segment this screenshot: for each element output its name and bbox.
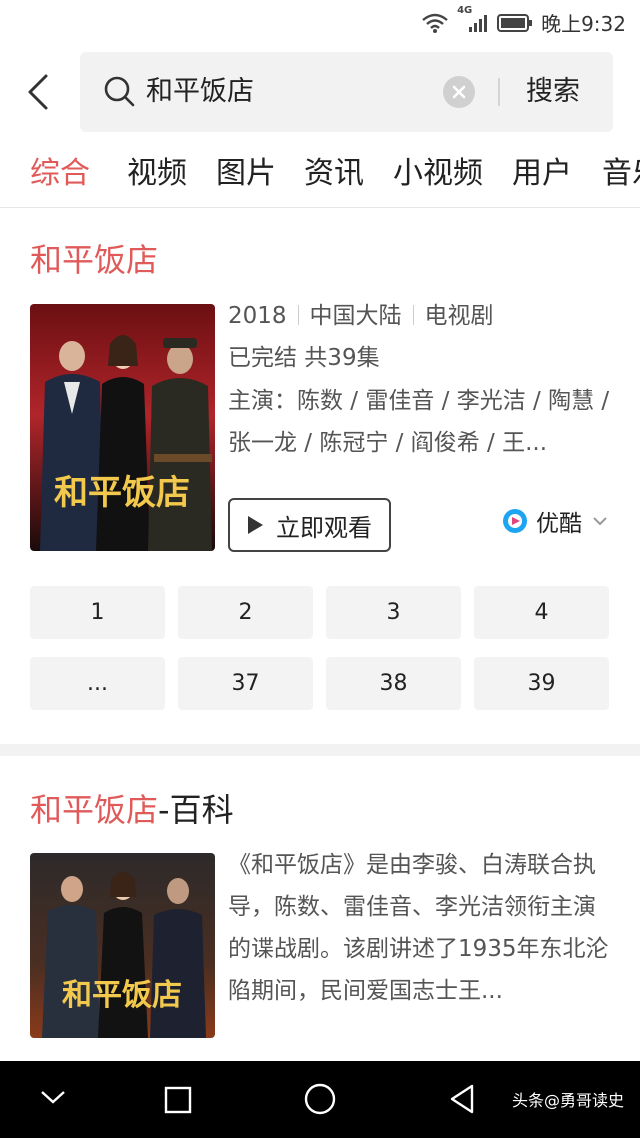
tv-series-result-card: 和平饭店 和平饭店 2018 中国大陆 电视剧 已完结 共39集 主演：陈数 /… — [0, 208, 640, 744]
encyclopedia-poster[interactable]: 和平饭店 — [30, 853, 215, 1038]
search-input[interactable]: 和平饭店 — [146, 72, 254, 112]
close-icon — [452, 85, 466, 99]
search-submit-button[interactable]: 搜索 — [526, 72, 580, 112]
search-header: 和平饭店 搜索 — [0, 44, 640, 142]
tab-video[interactable]: 视频 — [127, 152, 187, 196]
hide-nav-button[interactable] — [40, 1089, 66, 1109]
episode-status: 已完结 共39集 — [228, 345, 380, 371]
cast-list: 主演：陈数 / 雷佳音 / 李光洁 / 陶慧 / 张一龙 / 陈冠宁 / 阎俊希… — [228, 388, 610, 456]
home-button[interactable] — [304, 1083, 336, 1119]
tab-news[interactable]: 资讯 — [304, 152, 364, 196]
status-icons: 4G 晚上9:32 — [421, 5, 626, 37]
episode-button[interactable]: 3 — [326, 586, 461, 639]
result-title[interactable]: 和平饭店 — [30, 238, 158, 282]
episode-button[interactable]: 1 — [30, 586, 165, 639]
play-icon — [248, 516, 263, 534]
chevron-down-icon — [593, 517, 607, 526]
series-info: 2018 中国大陆 电视剧 — [228, 296, 494, 336]
episode-button[interactable]: 38 — [326, 657, 461, 710]
back-arrow-icon — [28, 74, 48, 110]
search-box[interactable]: 和平饭店 搜索 — [80, 52, 613, 132]
region: 中国大陆 — [309, 303, 402, 329]
back-nav-button[interactable] — [448, 1083, 476, 1119]
divider — [498, 78, 500, 106]
episode-button[interactable]: 39 — [474, 657, 609, 710]
title-suffix: -百科 — [158, 791, 234, 829]
encyclopedia-description: 《和平饭店》是由李骏、白涛联合执导，陈数、雷佳音、李光洁领衔主演的谍战剧。该剧讲… — [228, 852, 609, 1004]
circle-icon — [304, 1083, 336, 1115]
triangle-back-icon — [450, 1084, 474, 1114]
title-highlight: 和平饭店 — [30, 791, 159, 829]
tab-comprehensive[interactable]: 综合 — [30, 152, 90, 196]
back-button[interactable] — [22, 72, 58, 112]
video-source-selector[interactable]: 优酷 — [502, 504, 608, 538]
watch-now-label: 立即观看 — [276, 513, 372, 542]
recent-apps-button[interactable] — [164, 1086, 192, 1118]
tab-music[interactable]: 音乐 — [602, 152, 640, 196]
category-tabs: 综合 视频 图片 资讯 小视频 用户 音乐 — [0, 142, 640, 206]
clear-search-button[interactable] — [443, 76, 475, 108]
tab-users[interactable]: 用户 — [512, 152, 572, 196]
encyclopedia-result-card[interactable]: 和平饭店-百科 和平饭店 《和平饭店》是由李骏、白涛联合执导，陈数、雷佳音、李光… — [0, 756, 640, 1061]
poster-title-art: 和平饭店 — [54, 473, 190, 513]
network-type-label: 4G — [457, 4, 473, 16]
battery-icon — [497, 13, 533, 32]
youku-logo-icon — [503, 509, 527, 533]
search-icon — [104, 76, 135, 107]
tab-images[interactable]: 图片 — [216, 152, 276, 196]
category: 电视剧 — [424, 303, 494, 329]
episode-button[interactable]: 2 — [178, 586, 313, 639]
year: 2018 — [228, 303, 287, 329]
wifi-icon — [421, 13, 449, 33]
encyclopedia-title[interactable]: 和平饭店-百科 — [30, 788, 234, 832]
source-label: 优酷 — [536, 511, 582, 537]
poster-title-art: 和平饭店 — [62, 978, 182, 1013]
cellular-signal-icon: 4G — [457, 5, 489, 33]
chevron-down-icon — [41, 1091, 65, 1104]
watch-now-button[interactable]: 立即观看 — [228, 498, 391, 552]
status-bar: 4G 晚上9:32 — [0, 0, 640, 44]
clock: 晚上9:32 — [541, 12, 626, 36]
episode-more-button[interactable]: ... — [30, 657, 165, 710]
episode-button[interactable]: 37 — [178, 657, 313, 710]
tab-short-video[interactable]: 小视频 — [393, 152, 483, 196]
system-navigation-bar: 头条@勇哥读史 — [0, 1061, 640, 1138]
section-divider — [0, 744, 640, 756]
series-poster[interactable]: 和平饭店 — [30, 304, 215, 551]
episode-button[interactable]: 4 — [474, 586, 609, 639]
square-icon — [164, 1086, 192, 1114]
watermark: 头条@勇哥读史 — [511, 1091, 624, 1110]
